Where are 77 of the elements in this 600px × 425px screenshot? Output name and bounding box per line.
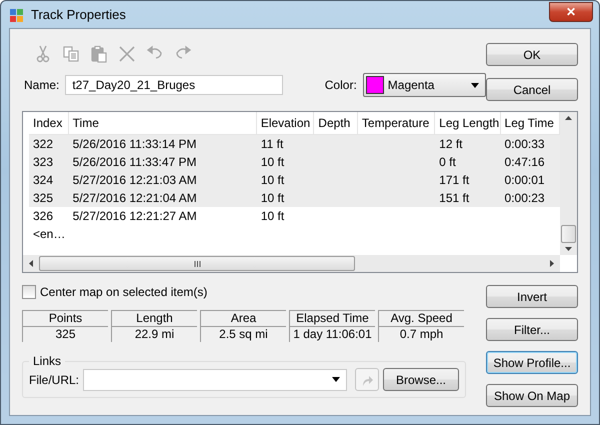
stat-header: Elapsed Time [290, 311, 375, 327]
table-row[interactable]: 325 5/27/2016 12:21:04 AM 10 ft 151 ft 0:00:23 [29, 189, 560, 207]
table-cell: 326 [33, 209, 54, 223]
scroll-thumb[interactable] [561, 225, 576, 243]
group-title: Links [32, 354, 62, 368]
horizontal-scrollbar[interactable] [23, 255, 560, 272]
stat-header: Length [112, 311, 197, 327]
window-title: Track Properties [31, 7, 126, 22]
table-row[interactable]: 324 5/27/2016 12:21:03 AM 10 ft 171 ft 0:00:01 [29, 171, 560, 189]
stat-value: 2.5 sq mi [218, 327, 269, 342]
scroll-right-icon[interactable] [550, 260, 554, 267]
column-header[interactable]: Elevation [256, 112, 314, 134]
dialog-button[interactable]: Filter... [486, 318, 578, 341]
name-field[interactable]: t27_Day20_21_Bruges [65, 75, 283, 95]
stat-header: Area [201, 311, 286, 327]
scroll-up-icon[interactable] [565, 116, 572, 120]
table-cell: 0:00:33 [504, 137, 545, 151]
name-label: Name: [24, 78, 60, 92]
table-row[interactable]: 322 5/26/2016 11:33:14 PM 11 ft 12 ft 0:00:33 [29, 135, 560, 153]
stat-value: 22.9 mi [134, 327, 176, 342]
grip-icon [194, 260, 200, 266]
dialog-button[interactable]: Show On Map [486, 384, 578, 407]
table-cell: 0:00:01 [504, 173, 545, 187]
table-cell: 5/26/2016 11:33:14 PM [72, 137, 197, 151]
table-cell: 322 [33, 137, 54, 151]
file-url-label: File/URL: [29, 372, 80, 386]
go-button[interactable] [355, 368, 380, 391]
stat-value: 0.7 mph [398, 327, 444, 342]
stat-header: Points [23, 311, 108, 327]
table-cell: 0:47:16 [504, 155, 545, 169]
stat-header: Avg. Speed [379, 311, 464, 327]
scroll-thumb[interactable] [39, 256, 355, 271]
file-url-field[interactable] [83, 368, 348, 390]
column-header[interactable]: Leg Length [435, 112, 501, 134]
dialog-button[interactable]: OK [486, 43, 578, 66]
caret-icon [332, 377, 340, 382]
table-cell: 0:00:23 [504, 191, 545, 205]
browse-button[interactable]: Browse... [383, 368, 460, 391]
close-button[interactable]: ✕ [549, 2, 593, 22]
column-header[interactable]: Depth [314, 112, 358, 134]
table-cell: 10 ft [260, 209, 284, 223]
checkbox[interactable] [22, 285, 36, 299]
table-row[interactable]: <en… [29, 225, 560, 243]
table-cell: 5/27/2016 12:21:04 AM [72, 191, 197, 205]
scroll-down-icon[interactable] [565, 247, 572, 251]
table-cell: 10 ft [260, 191, 284, 205]
table-cell: 5/27/2016 12:21:27 AM [72, 209, 197, 223]
vertical-scrollbar[interactable] [560, 112, 577, 255]
table-row[interactable]: 323 5/26/2016 11:33:47 PM 10 ft 0 ft 0:47:16 [29, 153, 560, 171]
color-label: Color: [324, 78, 357, 92]
dialog-button[interactable]: Show Profile... [486, 351, 578, 374]
table-cell: 12 ft [439, 137, 463, 151]
table-cell: 325 [33, 191, 54, 205]
column-header[interactable]: Time [68, 112, 257, 134]
table-cell: 323 [33, 155, 54, 169]
table-cell: 10 ft [260, 173, 284, 187]
stat-value: 325 [54, 327, 77, 342]
table-cell: 5/27/2016 12:21:03 AM [72, 173, 197, 187]
table-row[interactable]: 326 5/27/2016 12:21:27 AM 10 ft [29, 207, 560, 225]
dialog-button[interactable]: Invert [486, 285, 578, 308]
table-cell: 10 ft [260, 155, 284, 169]
table-cell: <en… [33, 227, 66, 241]
color-dropdown[interactable]: Magenta [362, 73, 486, 97]
column-header[interactable]: Temperature [358, 112, 436, 134]
table-cell: 0 ft [439, 155, 456, 169]
table-cell: 171 ft [439, 173, 470, 187]
column-header[interactable]: Index [29, 112, 69, 134]
app-icon [9, 6, 25, 22]
table-cell: 151 ft [439, 191, 470, 205]
table-cell: 324 [33, 173, 54, 187]
dialog-button[interactable]: Cancel [486, 78, 578, 101]
table-cell: 11 ft [260, 137, 284, 151]
scroll-left-icon[interactable] [29, 260, 33, 267]
stat-value: 1 day 11:06:01 [292, 327, 373, 342]
checkbox-label: Center map on selected item(s) [40, 285, 208, 299]
table-cell: 5/26/2016 11:33:47 PM [72, 155, 197, 169]
caret-icon [471, 82, 479, 88]
